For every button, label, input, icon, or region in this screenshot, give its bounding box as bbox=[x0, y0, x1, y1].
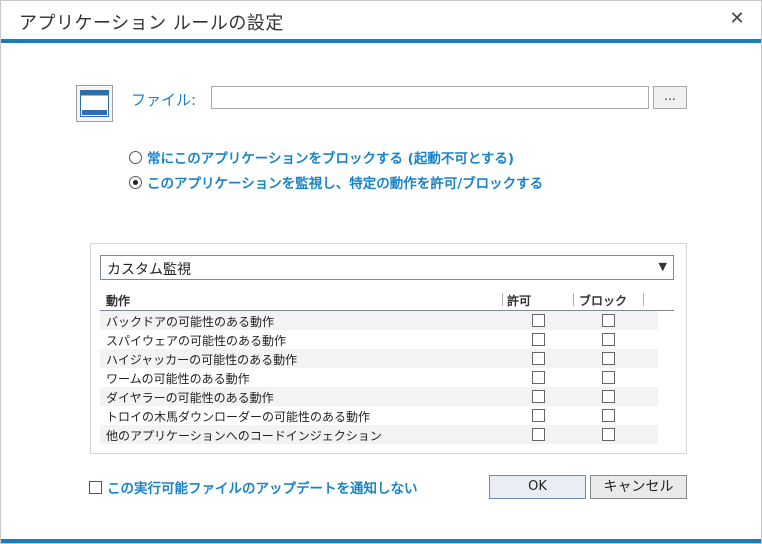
title-divider bbox=[1, 39, 761, 43]
table-row: バックドアの可能性のある動作 bbox=[100, 311, 658, 330]
application-window-icon bbox=[76, 85, 113, 122]
ok-button[interactable]: OK bbox=[489, 475, 586, 499]
table-row: 他のアプリケーションへのコードインジェクション bbox=[100, 425, 658, 444]
column-header-block[interactable]: ブロック bbox=[579, 292, 627, 309]
allow-checkbox[interactable] bbox=[532, 333, 545, 346]
browse-button[interactable]: ... bbox=[653, 86, 687, 109]
radio-monitor[interactable]: このアプリケーションを監視し、特定の動作を許可/ブロックする bbox=[129, 172, 543, 192]
monitor-preset-select[interactable]: カスタム監視 ▼ bbox=[100, 255, 674, 280]
column-header-allow[interactable]: 許可 bbox=[507, 292, 531, 309]
notify-updates-checkbox[interactable] bbox=[89, 480, 102, 494]
block-checkbox[interactable] bbox=[602, 409, 615, 422]
file-path-input[interactable] bbox=[211, 86, 649, 109]
radio-label: 常にこのアプリケーションをブロックする (起動不可とする) bbox=[147, 151, 515, 167]
cancel-button[interactable]: キャンセル bbox=[590, 475, 687, 499]
block-checkbox[interactable] bbox=[602, 314, 615, 327]
chevron-down-icon[interactable]: ▼ bbox=[659, 260, 667, 273]
title-bar: アプリケーション ルールの設定 ✕ bbox=[1, 1, 761, 39]
column-header-action[interactable]: 動作 bbox=[106, 292, 130, 309]
block-checkbox[interactable] bbox=[602, 428, 615, 441]
radio-label: このアプリケーションを監視し、特定の動作を許可/ブロックする bbox=[147, 176, 544, 192]
radio-button[interactable] bbox=[129, 150, 142, 164]
actions-table-body: バックドアの可能性のある動作 スパイウェアの可能性のある動作 ハイジャッカーの可… bbox=[100, 311, 658, 444]
bottom-divider bbox=[1, 539, 761, 543]
application-rule-dialog: アプリケーション ルールの設定 ✕ ファイル: ... 常にこのアプリケーション… bbox=[0, 0, 762, 544]
block-checkbox[interactable] bbox=[602, 352, 615, 365]
allow-checkbox[interactable] bbox=[532, 314, 545, 327]
table-row: ハイジャッカーの可能性のある動作 bbox=[100, 349, 658, 368]
allow-checkbox[interactable] bbox=[532, 409, 545, 422]
actions-table-header: 動作 許可 ブロック bbox=[100, 289, 674, 311]
allow-checkbox[interactable] bbox=[532, 390, 545, 403]
table-row: ダイヤラーの可能性のある動作 bbox=[100, 387, 658, 406]
block-checkbox[interactable] bbox=[602, 390, 615, 403]
notify-updates-option[interactable]: この実行可能ファイルのアップデートを通知しない bbox=[89, 477, 418, 497]
allow-checkbox[interactable] bbox=[532, 352, 545, 365]
row-label: ハイジャッカーの可能性のある動作 bbox=[106, 353, 298, 367]
column-separator[interactable] bbox=[643, 293, 644, 306]
row-label: トロイの木馬ダウンローダーの可能性のある動作 bbox=[106, 410, 371, 424]
file-label: ファイル: bbox=[131, 91, 197, 109]
table-row: ワームの可能性のある動作 bbox=[100, 368, 658, 387]
block-checkbox[interactable] bbox=[602, 371, 615, 384]
close-icon[interactable]: ✕ bbox=[727, 9, 747, 29]
table-row: トロイの木馬ダウンローダーの可能性のある動作 bbox=[100, 406, 658, 425]
row-label: 他のアプリケーションへのコードインジェクション bbox=[106, 429, 382, 443]
row-label: ワームの可能性のある動作 bbox=[106, 372, 250, 386]
row-label: バックドアの可能性のある動作 bbox=[106, 315, 275, 329]
allow-checkbox[interactable] bbox=[532, 428, 545, 441]
radio-block-always[interactable]: 常にこのアプリケーションをブロックする (起動不可とする) bbox=[129, 147, 514, 167]
dialog-title: アプリケーション ルールの設定 bbox=[19, 13, 284, 34]
column-separator[interactable] bbox=[502, 293, 503, 306]
column-separator[interactable] bbox=[573, 293, 574, 306]
row-label: ダイヤラーの可能性のある動作 bbox=[106, 391, 274, 405]
row-label: スパイウェアの可能性のある動作 bbox=[106, 334, 287, 348]
table-row: スパイウェアの可能性のある動作 bbox=[100, 330, 658, 349]
notify-updates-label: この実行可能ファイルのアップデートを通知しない bbox=[107, 481, 418, 497]
block-checkbox[interactable] bbox=[602, 333, 615, 346]
radio-button-selected[interactable] bbox=[129, 175, 142, 189]
allow-checkbox[interactable] bbox=[532, 371, 545, 384]
monitor-preset-value: カスタム監視 bbox=[107, 262, 191, 278]
monitor-group: カスタム監視 ▼ 動作 許可 ブロック バックドアの可能性のある動作 スパイウェ… bbox=[90, 243, 687, 454]
